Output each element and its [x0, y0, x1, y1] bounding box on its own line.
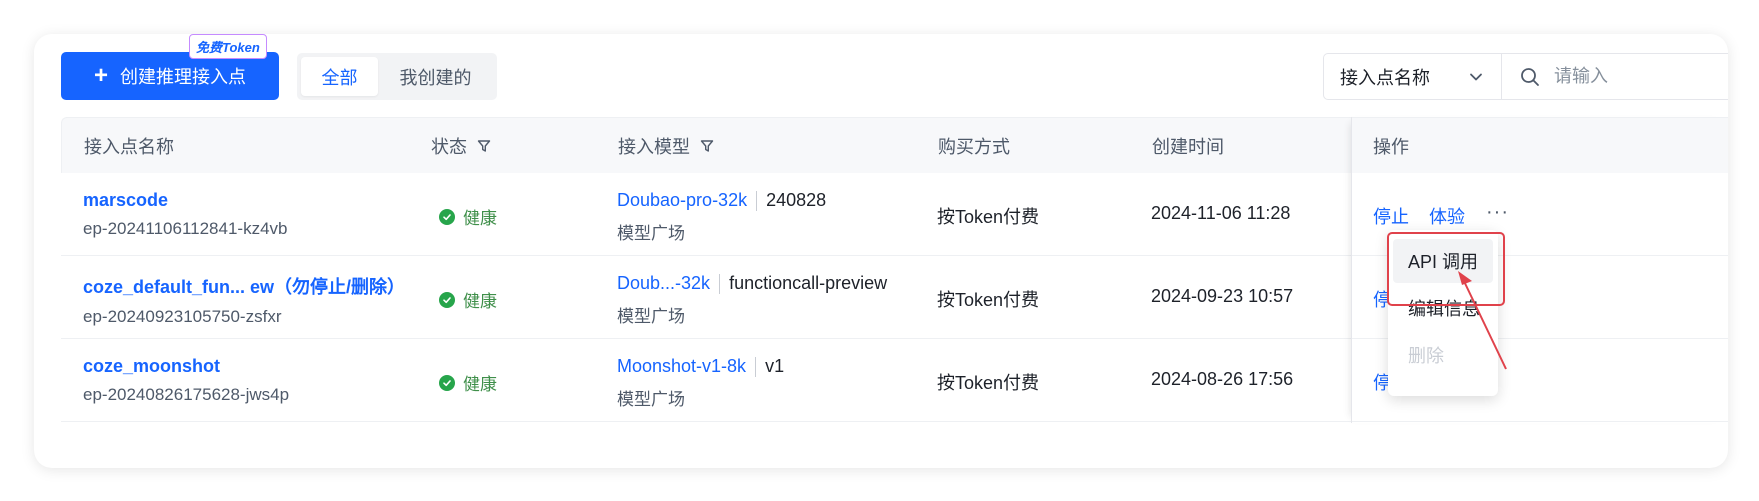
free-token-badge: 免费Token: [189, 34, 267, 59]
header-purchase: 购买方式: [938, 136, 1010, 157]
search-box: [1502, 54, 1728, 99]
purchase-method: 按Token付费: [937, 290, 1040, 310]
endpoint-name-link[interactable]: marscode: [83, 190, 287, 211]
header-model: 接入模型: [618, 136, 690, 157]
endpoint-id: ep-20240923105750-zsfxr: [83, 307, 282, 326]
filter-field-select[interactable]: 接入点名称: [1324, 54, 1502, 99]
ownership-segmented-control: 全部 我创建的: [297, 53, 497, 100]
endpoint-id: ep-20241106112841-kz4vb: [83, 219, 288, 238]
endpoint-name-cell: coze_default_fun... ew（勿停止/删除） ep-202409…: [83, 273, 405, 327]
annotation-arrow-icon: [1458, 271, 1507, 370]
divider: [719, 273, 721, 294]
chevron-down-icon: [1470, 73, 1482, 80]
header-name: 接入点名称: [84, 136, 174, 157]
status-text: 健康: [463, 292, 497, 311]
plus-icon: +: [93, 62, 108, 89]
model-link[interactable]: Doubao-pro-32k: [617, 190, 747, 211]
check-circle-icon: [439, 374, 455, 391]
status-text: 健康: [463, 375, 497, 394]
search-input[interactable]: [1554, 66, 1728, 87]
model-link[interactable]: Moonshot-v1-8k: [617, 356, 746, 377]
created-time: 2024-08-26 17:56: [1151, 369, 1294, 389]
model-version: functioncall-preview: [729, 273, 888, 293]
filter-icon[interactable]: [477, 139, 491, 153]
divider: [755, 356, 757, 377]
create-endpoint-label: 创建推理接入点: [120, 67, 246, 87]
header-model-wrap: 接入模型: [618, 133, 714, 159]
endpoint-id: ep-20240826175628-jws4p: [83, 385, 290, 404]
header-created: 创建时间: [1152, 136, 1224, 157]
endpoint-name-cell: coze_moonshot ep-20240826175628-jws4p: [83, 356, 289, 405]
model-cell: Doub...-32k functioncall-preview 模型广场: [617, 273, 887, 327]
model-source: 模型广场: [617, 307, 685, 326]
model-cell: Doubao-pro-32k 240828 模型广场: [617, 190, 826, 244]
purchase-method: 按Token付费: [937, 373, 1040, 393]
created-time: 2024-11-06 11:28: [1151, 203, 1291, 223]
model-source: 模型广场: [617, 224, 685, 243]
segment-all[interactable]: 全部: [301, 57, 378, 96]
model-source: 模型广场: [617, 390, 685, 409]
create-endpoint-button[interactable]: + 创建推理接入点: [61, 52, 279, 100]
model-link[interactable]: Doub...-32k: [617, 273, 710, 294]
search-icon: [1521, 67, 1539, 86]
header-status-wrap: 状态: [431, 133, 491, 159]
status-text: 健康: [463, 209, 497, 228]
check-circle-icon: [439, 291, 455, 308]
divider: [756, 190, 758, 211]
header-status: 状态: [431, 136, 467, 157]
created-time: 2024-09-23 10:57: [1151, 286, 1294, 306]
model-version: 240828: [766, 190, 827, 210]
endpoint-name-link[interactable]: coze_default_fun... ew（勿停止/删除）: [83, 273, 405, 299]
filter-icon[interactable]: [700, 139, 714, 153]
endpoint-name-link[interactable]: coze_moonshot: [83, 356, 289, 377]
check-circle-icon: [439, 208, 455, 225]
segment-mine[interactable]: 我创建的: [378, 57, 493, 96]
model-cell: Moonshot-v1-8k v1 模型广场: [617, 356, 784, 410]
purchase-method: 按Token付费: [937, 207, 1040, 227]
status-badge: 健康: [439, 287, 497, 312]
search-filter: 接入点名称: [1323, 53, 1728, 100]
endpoint-list-card: + 创建推理接入点 免费Token 全部 我创建的 接入点名称 接入点名称 状态…: [34, 34, 1728, 468]
model-version: v1: [765, 356, 785, 376]
filter-field-label: 接入点名称: [1340, 67, 1430, 88]
status-badge: 健康: [439, 370, 497, 395]
endpoint-name-cell: marscode ep-20241106112841-kz4vb: [83, 190, 287, 239]
status-badge: 健康: [439, 204, 497, 229]
